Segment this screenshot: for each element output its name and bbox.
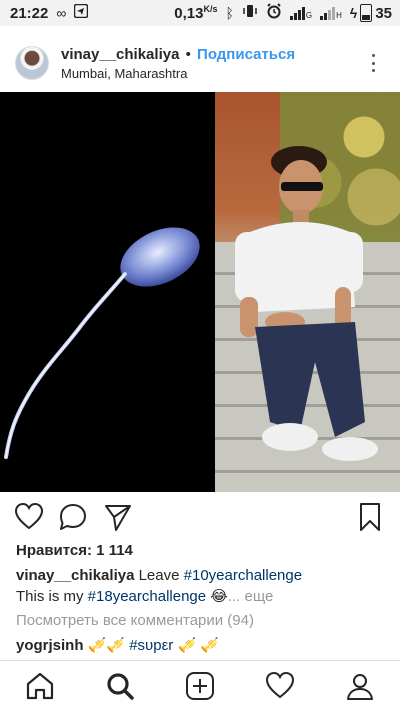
- comment-emoji: 🎺 🎺: [177, 637, 219, 654]
- comment-emoji: 🎺🎺: [87, 637, 126, 654]
- network-speed: 0,13K/s: [174, 4, 218, 22]
- profile-icon[interactable]: [345, 671, 375, 701]
- infinity-icon: ∞: [56, 5, 67, 21]
- signal-g-icon: G: [289, 6, 312, 20]
- post-location[interactable]: Mumbai, Maharashtra: [61, 66, 295, 81]
- separator-dot: •: [185, 45, 191, 63]
- person-photo: [215, 92, 400, 492]
- caption-text: This is my: [16, 588, 84, 605]
- share-icon[interactable]: [103, 502, 133, 532]
- more-options-icon[interactable]: [372, 54, 376, 72]
- like-count[interactable]: Нравится: 1 114: [16, 542, 133, 559]
- post-username[interactable]: vinay__chikaliya: [61, 46, 179, 63]
- hashtag-link[interactable]: #18yearchallenge: [88, 588, 206, 605]
- caption-text: Leave: [138, 567, 180, 584]
- search-icon[interactable]: [105, 671, 135, 701]
- status-bar: 21:22 ∞ 0,13K/s ᛒ G H ϟ 35: [0, 0, 400, 26]
- home-icon[interactable]: [25, 671, 55, 701]
- telegram-icon: [74, 3, 89, 22]
- like-heart-icon[interactable]: [14, 502, 44, 532]
- more-link[interactable]: ... еще: [228, 588, 274, 605]
- top-comment: yogrjsinh 🎺🎺 #sυpεr 🎺 🎺: [16, 636, 219, 654]
- bluetooth-icon: ᛒ: [225, 5, 234, 21]
- hashtag-link[interactable]: #sυpεr: [129, 637, 173, 654]
- post-image[interactable]: [0, 92, 400, 492]
- post-header: vinay__chikaliya • Подписаться Mumbai, M…: [0, 34, 400, 92]
- hashtag-link[interactable]: #10yearchallenge: [184, 567, 302, 584]
- follow-button[interactable]: Подписаться: [197, 46, 295, 63]
- charging-icon: ϟ: [349, 5, 358, 21]
- view-comments-link[interactable]: Посмотреть все комментарии (94): [16, 612, 254, 629]
- bookmark-icon[interactable]: [355, 502, 385, 532]
- post-caption: vinay__chikaliya Leave #10yearchallenge …: [16, 565, 386, 607]
- vibrate-icon: [242, 4, 258, 22]
- status-time: 21:22: [10, 4, 49, 22]
- sperm-illustration: [0, 92, 215, 492]
- avatar[interactable]: [15, 46, 49, 80]
- comment-username[interactable]: yogrjsinh: [16, 637, 84, 654]
- bottom-nav: [0, 660, 400, 711]
- caption-username[interactable]: vinay__chikaliya: [16, 567, 134, 584]
- activity-icon[interactable]: [265, 671, 295, 701]
- post-actions: [0, 500, 400, 536]
- alarm-icon: [266, 3, 282, 23]
- comment-icon[interactable]: [58, 502, 88, 532]
- signal-h-icon: H: [320, 6, 342, 20]
- new-post-icon[interactable]: [185, 671, 215, 701]
- battery-indicator: ϟ 35: [349, 4, 392, 22]
- laughing-emoji: 😂: [210, 588, 228, 605]
